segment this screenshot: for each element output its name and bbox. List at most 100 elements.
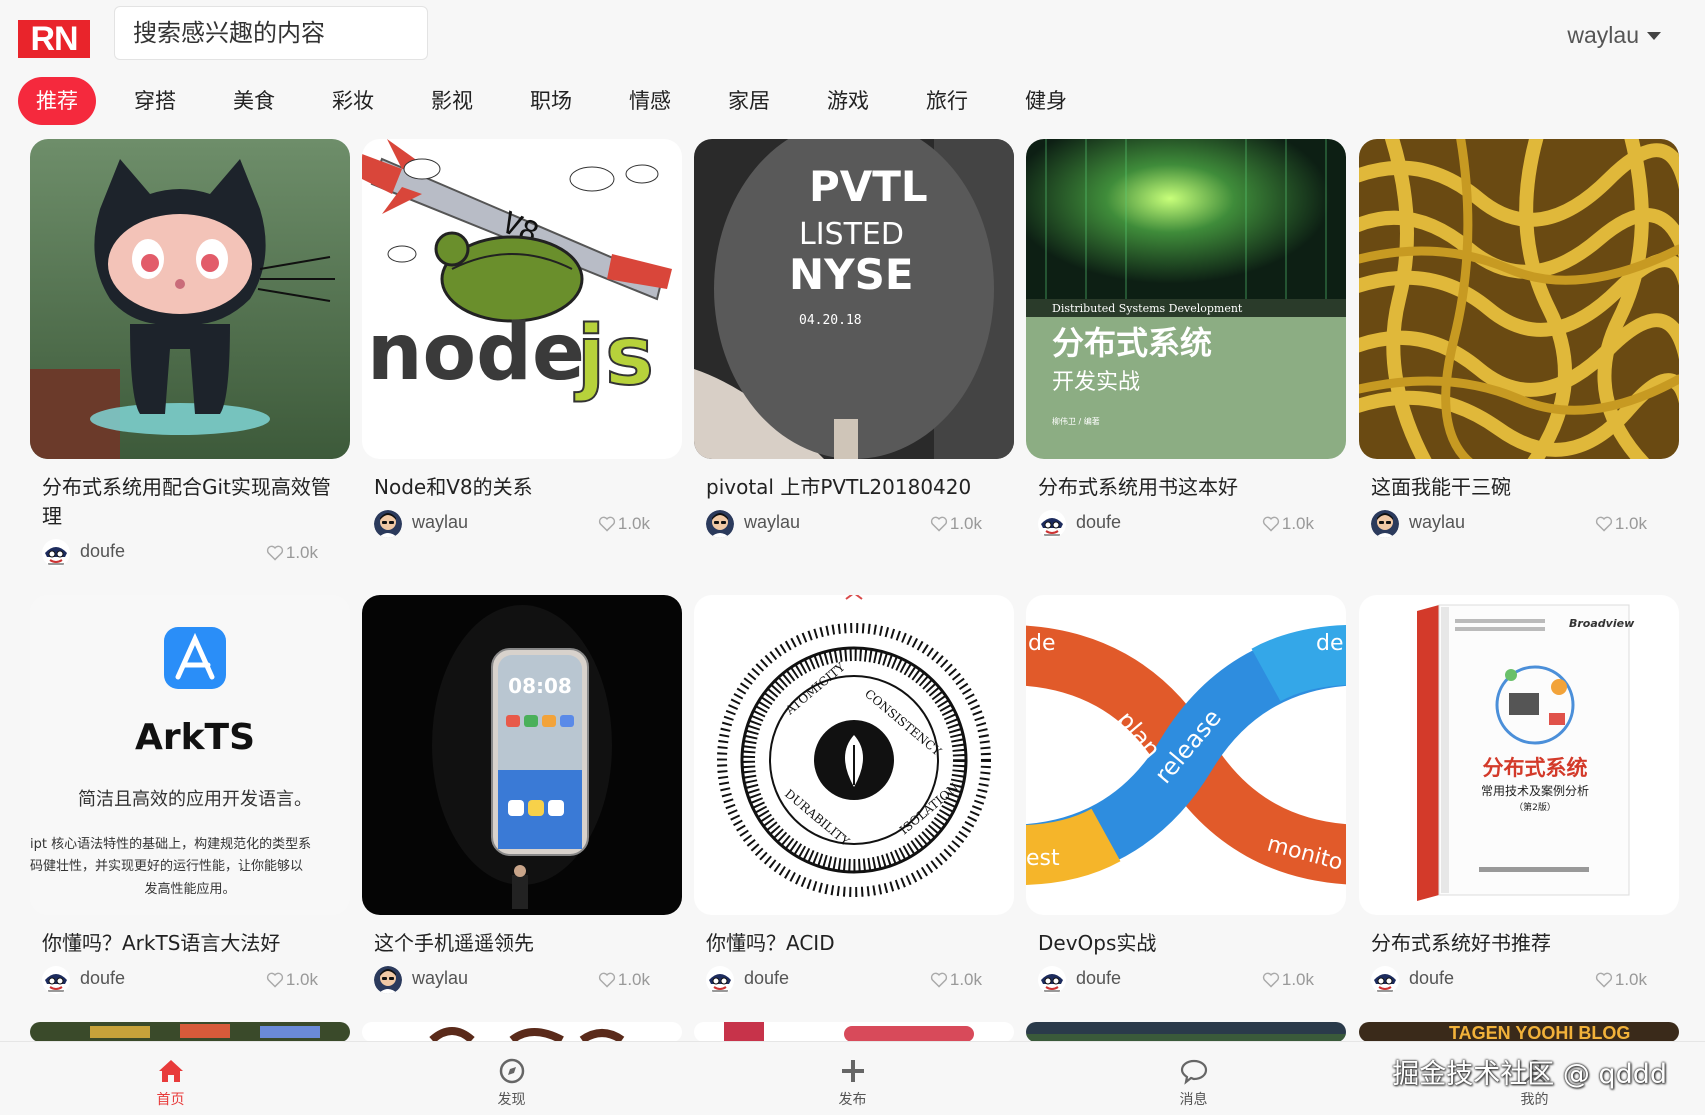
tab-workplace[interactable]: 职场	[511, 77, 591, 125]
arkts-name: ArkTS	[135, 717, 255, 758]
avatar[interactable]	[1038, 966, 1066, 994]
post-title[interactable]: Node和V8的关系	[374, 473, 664, 502]
like-count[interactable]: 1.0k	[266, 543, 318, 563]
tab-food[interactable]: 美食	[214, 77, 294, 125]
post-card[interactable]: ATOMICITY CONSISTENCY ISOLATION DURABILI…	[694, 595, 1014, 994]
like-count[interactable]: 1.0k	[930, 970, 982, 990]
author-name[interactable]: doufe	[1076, 512, 1121, 533]
tab-outfit[interactable]: 穿搭	[115, 77, 195, 125]
like-count[interactable]: 1.0k	[1262, 970, 1314, 990]
like-value: 1.0k	[285, 543, 318, 562]
like-count[interactable]: 1.0k	[266, 970, 318, 990]
post-meta: waylau 1.0k	[374, 964, 664, 994]
like-count[interactable]: 1.0k	[1595, 514, 1647, 534]
like-count[interactable]: 1.0k	[598, 514, 650, 534]
book2-subtitle: 常用技术及案例分析	[1481, 783, 1589, 798]
avatar[interactable]	[706, 966, 734, 994]
post-card[interactable]: Broadview 分布式系统 常用技术及案例分析 （第2版） 分布式系统好书推…	[1359, 595, 1679, 994]
post-image[interactable]: ArkTS 简洁且高效的应用开发语言。 ipt 核心语法特性的基础上，构建规范化…	[30, 595, 350, 915]
post-card[interactable]	[1026, 1022, 1346, 1042]
app-logo[interactable]: RN	[18, 20, 90, 58]
search-input[interactable]	[114, 6, 428, 60]
avatar[interactable]	[706, 510, 734, 538]
post-title[interactable]: 你懂吗？ArkTS语言大法好	[42, 929, 332, 958]
author-name[interactable]: doufe	[80, 541, 125, 562]
tab-emotion[interactable]: 情感	[610, 77, 690, 125]
user-menu[interactable]: waylau	[1567, 22, 1661, 49]
tab-bar-discover[interactable]: 发现	[341, 1042, 682, 1115]
like-count[interactable]: 1.0k	[598, 970, 650, 990]
post-title[interactable]: pivotal 上市PVTL20180420	[706, 473, 996, 502]
tab-film[interactable]: 影视	[412, 77, 492, 125]
post-card[interactable]: V8 node js Node和V8的关系 waylau 1.0k	[362, 139, 682, 538]
heart-icon	[1595, 516, 1613, 532]
post-card[interactable]: Distributed Systems Development 分布式系统 开发…	[1026, 139, 1346, 538]
tab-recommend[interactable]: 推荐	[18, 77, 96, 125]
author-name[interactable]: doufe	[80, 968, 125, 989]
post-title[interactable]: 你懂吗？ACID	[706, 929, 996, 958]
tab-bar-publish[interactable]: 发布	[682, 1042, 1023, 1115]
author-name[interactable]: waylau	[744, 512, 800, 533]
post-image[interactable]	[694, 1022, 1014, 1042]
avatar[interactable]	[1038, 510, 1066, 538]
post-card[interactable]	[30, 1022, 350, 1042]
tab-bar-home[interactable]: 首页	[0, 1042, 341, 1115]
avatar[interactable]	[1371, 510, 1399, 538]
username-label: waylau	[1567, 22, 1639, 48]
post-image[interactable]	[1359, 139, 1679, 459]
post-image[interactable]: de de plan release ev Op est monito	[1026, 595, 1346, 915]
avatar[interactable]	[42, 539, 70, 567]
post-image[interactable]: Broadview 分布式系统 常用技术及案例分析 （第2版）	[1359, 595, 1679, 915]
post-image[interactable]	[1026, 1022, 1346, 1042]
post-title[interactable]: 分布式系统好书推荐	[1371, 929, 1661, 958]
svg-text:Op: Op	[1276, 729, 1339, 775]
like-count[interactable]: 1.0k	[1262, 514, 1314, 534]
post-card[interactable]	[694, 1022, 1014, 1042]
post-image[interactable]: Distributed Systems Development 分布式系统 开发…	[1026, 139, 1346, 459]
post-title[interactable]: 分布式系统用配合Git实现高效管理	[42, 473, 332, 531]
post-image[interactable]: ATOMICITY CONSISTENCY ISOLATION DURABILI…	[694, 595, 1014, 915]
tab-games[interactable]: 游戏	[808, 77, 888, 125]
author-name[interactable]: waylau	[412, 512, 468, 533]
author-name[interactable]: waylau	[412, 968, 468, 989]
tab-travel[interactable]: 旅行	[907, 77, 987, 125]
avatar[interactable]	[374, 510, 402, 538]
post-card[interactable]: PVTL LISTED NYSE 04.20.18 pivotal 上市PVTL…	[694, 139, 1014, 538]
post-image[interactable]: 08:08	[362, 595, 682, 915]
post-image[interactable]	[30, 139, 350, 459]
nyse-text: NYSE	[789, 250, 914, 299]
tab-makeup[interactable]: 彩妆	[313, 77, 393, 125]
post-title[interactable]: DevOps实战	[1038, 929, 1328, 958]
heart-icon	[598, 516, 616, 532]
avatar[interactable]	[1371, 966, 1399, 994]
post-card[interactable]: 08:08 这个手机遥遥领先 waylau 1.0k	[362, 595, 682, 994]
post-image[interactable]	[30, 1022, 350, 1042]
author-name[interactable]: doufe	[744, 968, 789, 989]
book-subtitle: 开发实战	[1052, 370, 1140, 395]
post-image[interactable]: TAGEN YOOHI BLOG	[1359, 1022, 1679, 1042]
like-count[interactable]: 1.0k	[1595, 970, 1647, 990]
post-card[interactable]: ArkTS 简洁且高效的应用开发语言。 ipt 核心语法特性的基础上，构建规范化…	[30, 595, 350, 994]
like-count[interactable]: 1.0k	[930, 514, 982, 534]
post-image[interactable]: PVTL LISTED NYSE 04.20.18	[694, 139, 1014, 459]
post-image[interactable]: V8 node js	[362, 139, 682, 459]
like-value: 1.0k	[1614, 970, 1647, 989]
author-name[interactable]: waylau	[1409, 512, 1465, 533]
post-card[interactable]: 分布式系统用配合Git实现高效管理 doufe 1.0k	[30, 139, 350, 567]
phone-clock: 08:08	[508, 674, 572, 698]
post-title[interactable]: 分布式系统用书这本好	[1038, 473, 1328, 502]
author-name[interactable]: doufe	[1409, 968, 1454, 989]
post-title[interactable]: 这个手机遥遥领先	[374, 929, 664, 958]
post-card[interactable]: de de plan release ev Op est monito DevO…	[1026, 595, 1346, 994]
avatar[interactable]	[42, 966, 70, 994]
post-card[interactable]: 这面我能干三碗 waylau 1.0k	[1359, 139, 1679, 538]
tab-bar-messages[interactable]: 消息	[1023, 1042, 1364, 1115]
author-name[interactable]: doufe	[1076, 968, 1121, 989]
post-title[interactable]: 这面我能干三碗	[1371, 473, 1661, 502]
post-card[interactable]	[362, 1022, 682, 1042]
avatar[interactable]	[374, 966, 402, 994]
post-card[interactable]: TAGEN YOOHI BLOG	[1359, 1022, 1679, 1042]
tab-home[interactable]: 家居	[709, 77, 789, 125]
post-image[interactable]	[362, 1022, 682, 1042]
tab-fitness[interactable]: 健身	[1006, 77, 1086, 125]
